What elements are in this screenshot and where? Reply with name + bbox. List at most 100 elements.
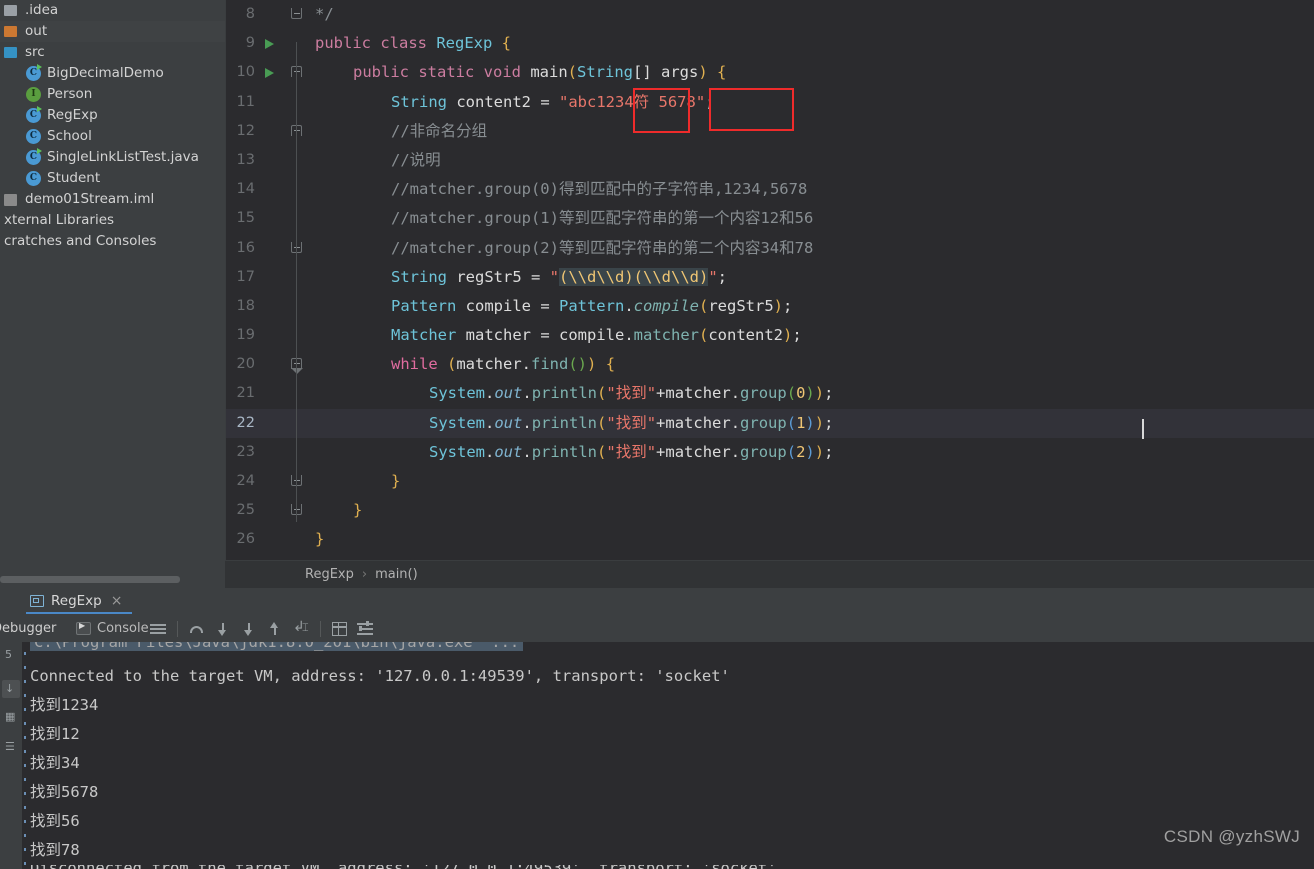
step-into-icon[interactable]	[210, 617, 236, 641]
tree-item-regexp[interactable]: C RegExp	[0, 105, 225, 126]
code-line-8[interactable]: 8 */	[225, 0, 1314, 29]
code-line-18[interactable]: 18 Pattern compile = Pattern.compile(regS…	[225, 292, 1314, 321]
run-gutter-icon[interactable]	[265, 39, 274, 50]
code-line-26[interactable]: 26}	[225, 525, 1314, 554]
evaluate-expression-icon[interactable]	[327, 617, 353, 641]
force-step-into-icon[interactable]	[236, 617, 262, 641]
tree-item-label: src	[25, 44, 45, 60]
run-to-cursor-icon[interactable]	[288, 617, 314, 641]
step-over-icon[interactable]	[184, 617, 210, 641]
token: =	[530, 267, 550, 286]
code-text: Pattern compile = Pattern.compile(regStr…	[391, 292, 792, 321]
tree-item-src[interactable]: src	[0, 42, 225, 63]
token: (	[597, 442, 607, 461]
run-gutter-icon[interactable]	[265, 68, 274, 79]
code-line-15[interactable]: 15 //matcher.group(1)等到匹配字符串的第一个内容12和56	[225, 204, 1314, 233]
console-output[interactable]: C:\Program Files\Java\jdk1.8.0_201\bin\j…	[22, 642, 1314, 869]
close-icon[interactable]: ×	[111, 593, 123, 609]
code-line-20[interactable]: 20 while (matcher.find()) {	[225, 350, 1314, 379]
tree-item-xternal-libraries[interactable]: xternal Libraries	[0, 210, 225, 231]
token: }	[391, 472, 401, 490]
code-line-21[interactable]: 21 System.out.println("找到"+matcher.group(…	[225, 379, 1314, 408]
code-line-19[interactable]: 19 Matcher matcher = compile.matcher(cont…	[225, 321, 1314, 350]
tree-item-label: cratches and Consoles	[4, 233, 157, 249]
tree-item-demo01stream-iml[interactable]: demo01Stream.iml	[0, 189, 225, 210]
token: .	[624, 296, 634, 315]
tree-item-bigdecimaldemo[interactable]: C BigDecimalDemo	[0, 63, 225, 84]
sidebar-horizontal-scrollbar[interactable]	[0, 576, 225, 583]
breadcrumb[interactable]: RegExp › main()	[225, 560, 1314, 588]
tab-debugger[interactable]: Debugger	[0, 621, 56, 636]
code-line-22[interactable]: 22 System.out.println("找到"+matcher.group(…	[225, 408, 1314, 438]
strip-frames-icon[interactable]: 5	[2, 646, 20, 664]
console-gutter-stripe	[24, 680, 26, 683]
token: (	[786, 442, 797, 461]
console-command-line-wrap: C:\Program Files\Java\jdk1.8.0_201\bin\j…	[22, 642, 1314, 662]
token: =	[540, 326, 559, 345]
token: 2	[796, 442, 806, 461]
code-line-12[interactable]: 12 //非命名分组	[225, 117, 1314, 146]
code-text: //matcher.group(2)等到匹配字符串的第二个内容34和78	[391, 234, 813, 263]
menu-lines-icon[interactable]	[145, 617, 171, 641]
code-editor[interactable]: 8 */9 public class RegExp {10 public static…	[225, 0, 1314, 560]
console-gutter-stripe	[24, 750, 26, 753]
tree-item-singlelinklisttest-java[interactable]: C SingleLinkListTest.java	[0, 147, 225, 168]
step-out-icon[interactable]	[262, 617, 288, 641]
console-gutter-stripe	[24, 820, 26, 823]
token: .	[485, 413, 495, 432]
tree-item-label: .idea	[25, 2, 59, 18]
token: Pattern	[558, 296, 625, 315]
tree-item-student[interactable]: C Student	[0, 168, 225, 189]
strip-variables-icon[interactable]: ↓	[2, 680, 20, 698]
tree-item-person[interactable]: I Person	[0, 84, 225, 105]
token: {	[707, 63, 727, 82]
code-text: public class RegExp {	[315, 29, 511, 58]
code-line-23[interactable]: 23 System.out.println("找到"+matcher.group(…	[225, 438, 1314, 467]
code-line-24[interactable]: 24}	[225, 467, 1314, 496]
token: println	[531, 442, 598, 461]
tree-item-idea[interactable]: .idea	[0, 0, 225, 21]
token: public	[353, 63, 419, 82]
tab-console[interactable]: Console	[76, 621, 149, 636]
code-text: //matcher.group(1)等到匹配字符串的第一个内容12和56	[391, 204, 813, 233]
debug-toolbar: Debugger Console	[0, 615, 1314, 642]
code-line-13[interactable]: 13 //说明	[225, 146, 1314, 175]
tree-item-school[interactable]: C School	[0, 126, 225, 147]
token: .	[522, 384, 532, 403]
code-line-9[interactable]: 9 public class RegExp {	[225, 29, 1314, 58]
code-line-17[interactable]: 17 String regStr5 = "(\\d\\d)(\\d\\d)";	[225, 263, 1314, 292]
fold-marker-icon[interactable]	[291, 8, 302, 19]
watermark: CSDN @yzhSWJ	[1163, 827, 1300, 846]
settings-icon[interactable]	[353, 617, 379, 641]
token: (	[786, 384, 797, 403]
code-line-10[interactable]: 10 public static void main(String[] args)…	[225, 58, 1314, 87]
breadcrumb-class[interactable]: RegExp	[305, 567, 354, 582]
token: .	[522, 413, 532, 432]
fold-collapse-arrow-icon[interactable]	[291, 368, 303, 375]
tree-item-cratches-and-consoles[interactable]: cratches and Consoles	[0, 231, 225, 252]
breadcrumb-method[interactable]: main()	[375, 567, 418, 582]
code-line-14[interactable]: 14 //matcher.group(0)得到匹配中的子字符串,1234,5678	[225, 175, 1314, 204]
code-line-11[interactable]: 11 String content2 = "abc1234符 5678";	[225, 88, 1314, 117]
console-line: 找到12	[30, 725, 80, 743]
console-line: 找到5678	[30, 783, 99, 801]
code-line-16[interactable]: 16 //matcher.group(2)等到匹配字符串的第二个内容34和78	[225, 234, 1314, 263]
strip-threads-icon[interactable]: ☰	[2, 738, 20, 756]
code-text: }	[315, 525, 324, 554]
toolbar-divider-2	[320, 620, 321, 637]
tree-item-label: out	[25, 23, 48, 39]
tree-item-out[interactable]: out	[0, 21, 225, 42]
token: )	[814, 384, 825, 403]
debug-panel: : RegExp × Debugger Console	[0, 588, 1314, 869]
code-lines[interactable]: 8 */9 public class RegExp {10 public static…	[225, 0, 1314, 560]
token: )	[814, 413, 825, 432]
debug-session-tab-regexp[interactable]: RegExp ×	[26, 588, 133, 614]
token: compile	[465, 296, 541, 315]
console-gutter-stripe	[24, 778, 26, 781]
console-line: 找到78	[30, 841, 80, 859]
code-line-25[interactable]: 25}	[225, 496, 1314, 525]
token: (	[597, 384, 607, 403]
strip-watches-icon[interactable]: ▦	[2, 708, 20, 726]
scrollbar-thumb[interactable]	[0, 576, 180, 583]
line-number: 10	[236, 64, 255, 81]
